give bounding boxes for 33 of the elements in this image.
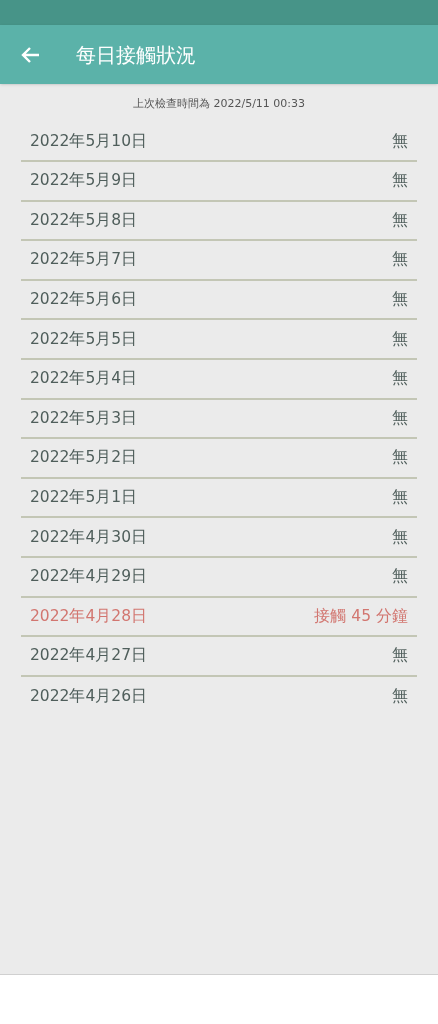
date-text: 2022年5月7日 (30, 249, 138, 271)
contact-status: 無 (392, 566, 408, 588)
date-text: 2022年4月27日 (30, 645, 148, 667)
contact-status: 無 (392, 170, 408, 192)
date-text: 2022年5月3日 (30, 407, 138, 429)
last-check-time: 上次檢查時間為 2022/5/11 00:33 (131, 96, 307, 112)
contact-status: 無 (392, 328, 408, 350)
date-text: 2022年5月9日 (30, 170, 138, 192)
contact-status: 接觸 45 分鐘 (314, 605, 408, 627)
date-text: 2022年4月30日 (30, 526, 148, 548)
date-text: 2022年5月4日 (30, 368, 138, 390)
date-text: 2022年5月5日 (30, 328, 138, 350)
contact-status: 無 (392, 447, 408, 469)
contact-status: 無 (392, 645, 408, 667)
contact-status: 無 (392, 686, 408, 707)
contact-status: 無 (392, 209, 408, 231)
date-text: 2022年5月10日 (30, 130, 148, 152)
contact-status: 無 (392, 526, 408, 548)
contact-status: 無 (392, 407, 408, 429)
date-text: 2022年5月8日 (30, 209, 138, 231)
date-text: 2022年4月28日 (30, 605, 148, 627)
contact-status: 無 (392, 487, 408, 508)
contact-status: 無 (392, 249, 408, 271)
date-text: 2022年4月26日 (30, 686, 148, 707)
date-text: 2022年5月6日 (30, 289, 138, 311)
contact-status: 無 (392, 368, 408, 390)
date-text: 2022年4月29日 (30, 566, 148, 588)
back-arrow-icon (20, 45, 40, 64)
contact-status: 無 (392, 289, 408, 311)
date-text: 2022年5月1日 (30, 487, 138, 508)
screen-title: 每日接觸狀況 (76, 41, 196, 69)
date-text: 2022年5月2日 (30, 447, 138, 469)
contact-status: 無 (392, 130, 408, 152)
